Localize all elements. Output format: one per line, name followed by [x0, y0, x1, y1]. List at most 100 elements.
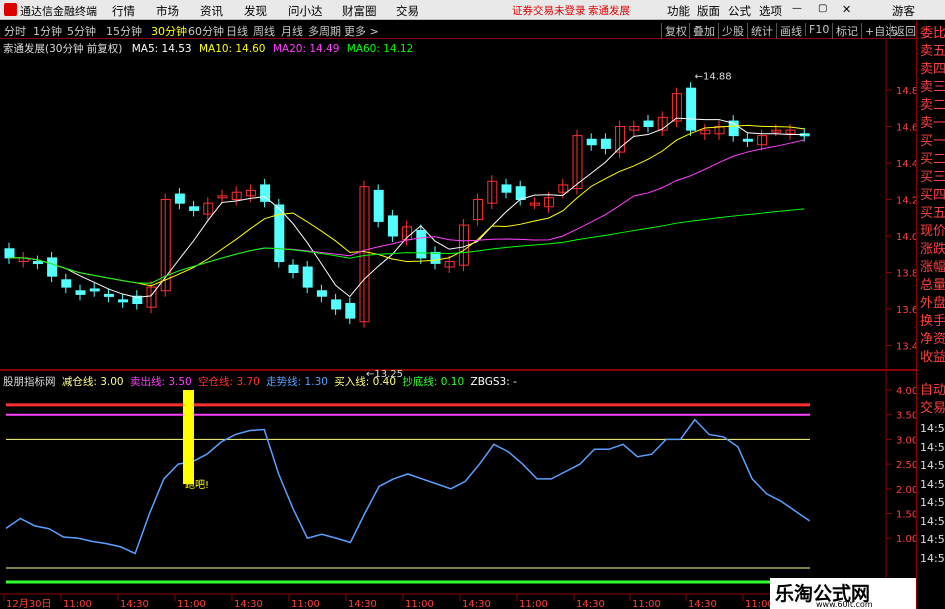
quote-field-23: 14:56	[920, 459, 945, 472]
quote-field-16: 换手	[920, 314, 945, 329]
candle-body	[416, 230, 427, 259]
quote-field-13: 涨幅	[920, 260, 945, 275]
candle-body	[4, 248, 15, 259]
signal-bar	[183, 390, 194, 484]
menu-item-trade[interactable]: 交易	[396, 3, 419, 19]
minimize-icon[interactable]: —	[792, 3, 802, 14]
btn-adjust[interactable]: 复权	[661, 23, 687, 39]
period-more[interactable]: 更多 >	[344, 23, 379, 39]
quote-field-27: 14:56	[920, 533, 945, 546]
candle-body	[316, 290, 327, 297]
menu-item-formula[interactable]: 公式	[728, 3, 751, 19]
candle-body	[174, 193, 185, 204]
notice-stock: 索通发展	[588, 5, 630, 17]
indicator-tick-label: 1.00	[896, 534, 916, 545]
menu-item-ask[interactable]: 问小达	[288, 3, 323, 19]
btn-stats[interactable]: 统计	[747, 23, 773, 39]
line-bottom-label: 抄底线: 0.10	[402, 376, 465, 388]
time-axis-label: 11:00	[519, 599, 548, 609]
line-buy-label: 买入线: 0.40	[334, 376, 397, 388]
period-30min[interactable]: 30分钟	[151, 23, 187, 39]
time-axis-label: 14:30	[120, 599, 149, 609]
indicator-tick-label: 2.50	[896, 460, 916, 471]
quote-field-21: 14:56	[920, 422, 945, 435]
indicator-tick-label: 1.50	[896, 510, 916, 521]
ma5-label: MA5: 14.53	[131, 43, 192, 55]
period-15min[interactable]: 15分钟	[106, 23, 142, 39]
indicator-header: 股朋指标网 减仓线: 3.00 卖出线: 3.50 空仓线: 3.70 走势线:…	[3, 374, 517, 389]
btn-back[interactable]: 返回	[890, 23, 916, 39]
period-5min[interactable]: 5分钟	[67, 23, 96, 39]
line-sell-label: 卖出线: 3.50	[129, 376, 192, 388]
time-axis-label: 11:00	[177, 599, 206, 609]
indicator-tick-label: 4.00	[896, 386, 916, 397]
candle-body	[387, 215, 398, 237]
time-axis-label: 14:30	[688, 599, 717, 609]
menu-item-news[interactable]: 资讯	[200, 3, 223, 19]
candle-body	[586, 138, 597, 146]
period-month[interactable]: 月线	[281, 23, 303, 39]
menu-item-options[interactable]: 选项	[759, 3, 782, 19]
close-icon[interactable]: ✕	[842, 3, 851, 16]
app-logo-icon	[4, 3, 17, 16]
candle-body	[430, 251, 441, 264]
candle-body	[189, 206, 200, 211]
ma20-label: MA20: 14.49	[272, 43, 340, 55]
indicator-name[interactable]: 股朋指标网	[3, 376, 56, 388]
maximize-icon[interactable]: ▢	[818, 3, 827, 14]
quote-field-15: 外盘	[920, 296, 945, 311]
line-empty-label: 空仓线: 3.70	[198, 376, 260, 388]
price-tick-label: 13.80	[896, 269, 916, 280]
candle-body	[331, 299, 342, 310]
line-zbgs3-label: ZBGS3: -	[470, 376, 517, 388]
quote-field-14: 总量	[920, 278, 945, 293]
menu-item-quotes[interactable]: 行情	[112, 3, 135, 19]
candle-body	[274, 204, 285, 263]
btn-draw[interactable]: 画线	[776, 23, 802, 39]
btn-shares[interactable]: 少股	[718, 23, 744, 39]
quote-field-25: 14:56	[920, 496, 945, 509]
period-60min[interactable]: 60分钟	[188, 23, 224, 39]
price-tick-label: 14.60	[896, 123, 916, 134]
btn-overlay[interactable]: 叠加	[689, 23, 715, 39]
quote-field-0: 委比	[920, 26, 945, 41]
login-notice[interactable]: 证券交易未登录	[512, 3, 586, 18]
time-axis-label: 14:30	[462, 599, 491, 609]
btn-f10[interactable]: F10	[805, 23, 829, 36]
candle-body	[600, 138, 611, 149]
candle-body	[118, 299, 129, 303]
time-axis-label: 11:00	[405, 599, 434, 609]
period-tick[interactable]: 分时	[4, 23, 26, 39]
main-chart-header: 索通发展(30分钟 前复权) MA5: 14.53 MA10: 14.60 MA…	[3, 41, 413, 56]
user-label[interactable]: 游客	[892, 3, 915, 19]
quote-field-17: 净资	[920, 332, 945, 347]
menu-item-discover[interactable]: 发现	[244, 3, 267, 19]
quote-field-19: 自动	[920, 383, 945, 398]
period-week[interactable]: 周线	[253, 23, 275, 39]
candle-body	[61, 279, 72, 288]
quote-field-10: 买五	[920, 206, 945, 221]
menu-bar: 通达信金融终端 行情 市场 资讯 发现 问小达 财富圈 交易 证券交易未登录 索…	[0, 0, 945, 20]
time-axis-label: 14:30	[576, 599, 605, 609]
candle-body	[89, 288, 100, 292]
quote-field-12: 涨跌	[920, 242, 945, 257]
period-multi[interactable]: 多周期	[308, 23, 341, 39]
watermark: 乐淘公式网 www.60lt.com	[770, 578, 916, 609]
period-1min[interactable]: 1分钟	[33, 23, 62, 39]
chart-canvas[interactable]: 14.80 14.60 14.40 14.20 14.00 13.80 13.60 13.40…	[0, 39, 916, 609]
time-axis-label: 14:30	[234, 599, 263, 609]
period-day[interactable]: 日线	[226, 23, 248, 39]
menu-item-wealth[interactable]: 财富圈	[342, 3, 377, 19]
quote-field-20: 交易	[920, 401, 945, 416]
menu-item-market[interactable]: 市场	[156, 3, 179, 19]
menu-item-function[interactable]: 功能	[667, 3, 690, 19]
btn-mark[interactable]: 标记	[832, 23, 858, 39]
price-tick-label: 13.40	[896, 342, 916, 353]
line-reduce-label: 减仓线: 3.00	[61, 376, 124, 388]
quote-field-6: 买一	[920, 134, 945, 149]
menu-item-layout[interactable]: 版面	[697, 3, 720, 19]
candle-body	[47, 257, 58, 277]
ma10-line	[9, 124, 805, 287]
candle-body	[288, 264, 299, 273]
candle-body	[345, 303, 356, 319]
